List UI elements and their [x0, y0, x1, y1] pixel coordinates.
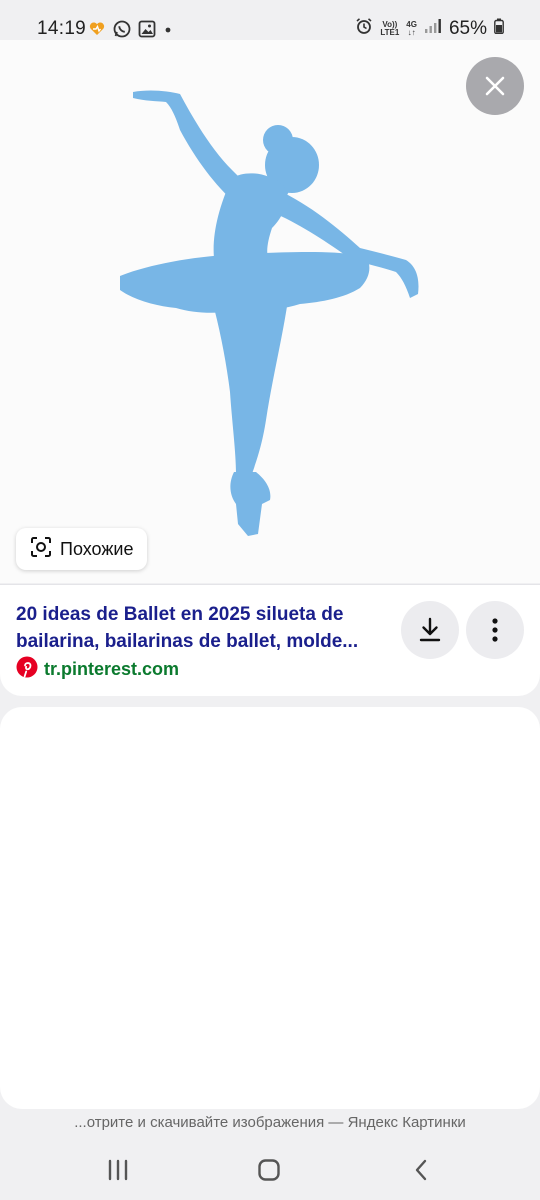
more-notifications-dot-icon — [162, 23, 174, 41]
back-button[interactable] — [401, 1154, 441, 1186]
download-icon — [419, 617, 441, 642]
volte-indicator: Vo)) LTE1 — [380, 20, 400, 37]
pinterest-icon — [16, 656, 38, 683]
close-icon — [485, 76, 505, 96]
more-vertical-icon — [492, 618, 498, 642]
result-title-line1: 20 ideas de Ballet en 2025 silueta de — [16, 604, 344, 625]
result-title-line2: bailarina, bailarinas de ballet, molde..… — [16, 631, 359, 652]
battery-percent: 65% — [448, 17, 487, 39]
navigation-bar — [0, 1140, 540, 1200]
lte-label: LTE1 — [380, 27, 400, 37]
source-link[interactable]: tr.pinterest.com — [16, 656, 179, 683]
footer-caption: ...отрите и скачивайте изображения — Янд… — [74, 1114, 466, 1131]
source-domain: tr.pinterest.com — [44, 659, 180, 679]
home-button[interactable] — [249, 1154, 289, 1186]
image-viewer[interactable] — [0, 40, 540, 583]
more-options-button[interactable] — [466, 601, 524, 659]
ballerina-silhouette-image — [120, 90, 419, 536]
recent-apps-button[interactable] — [98, 1154, 138, 1186]
download-button[interactable] — [401, 601, 459, 659]
back-icon — [415, 1159, 427, 1181]
result-title-link[interactable]: 20 ideas de Ballet en 2025 silueta de ba… — [16, 601, 386, 655]
data-indicator: 4G ↓↑ — [406, 20, 417, 37]
system-status-icons: Vo)) LTE1 4G ↓↑ 65% — [355, 17, 504, 40]
blank-content-card — [0, 707, 540, 1109]
similar-images-button[interactable]: Похожие — [16, 528, 148, 570]
result-info-card: 20 ideas de Ballet en 2025 silueta de ba… — [0, 584, 540, 696]
similar-images-label: Похожие — [60, 538, 134, 559]
recent-apps-icon — [108, 1159, 128, 1181]
signal-icon — [424, 18, 442, 39]
home-icon — [258, 1159, 280, 1181]
status-time: 14:19 — [37, 18, 87, 39]
alarm-icon — [355, 17, 373, 40]
battery-icon — [494, 18, 504, 39]
close-button[interactable] — [466, 57, 524, 115]
data-arrows: ↓↑ — [407, 27, 416, 37]
camera-search-icon — [30, 536, 52, 563]
